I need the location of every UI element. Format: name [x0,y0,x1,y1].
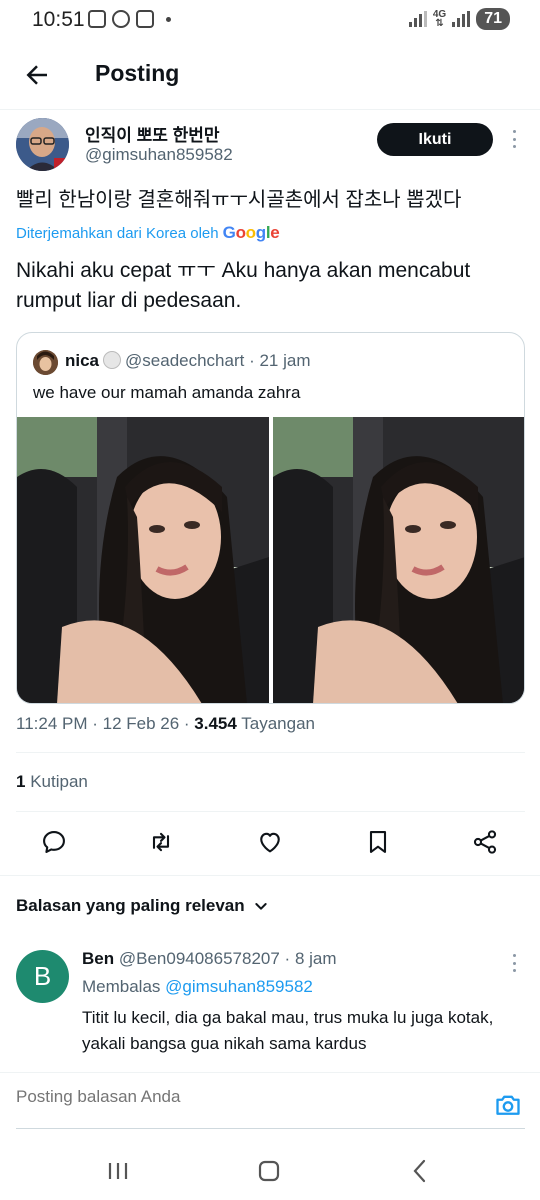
replies-sort-dropdown[interactable]: Balasan yang paling relevan [16,896,269,916]
quote-author-name: nica [65,351,100,370]
tweet-text-original: 빨리 한남이랑 결혼해줘ㅠㅜ시골촌에서 잡초나 뽑겠다 [16,189,462,211]
back-nav-icon[interactable] [405,1156,435,1186]
page-title: Posting [95,60,180,86]
quote-header: nica @seadechchart · 21 jam [65,351,311,370]
quotes-label: Kutipan [30,772,88,791]
tweet-time: 11:24 PM [16,714,88,733]
repost-button[interactable] [147,828,177,858]
replies-sort-label: Balasan yang paling relevan [16,896,245,915]
follow-button[interactable]: Ikuti [377,123,493,156]
reply-author-name[interactable]: Ben [82,949,114,968]
network-label: 4G [432,9,447,20]
section-divider [0,875,540,876]
reply-author-avatar[interactable]: B [16,950,69,1003]
reply-button[interactable] [40,828,70,858]
rice-emoji-icon [103,351,122,369]
quote-author-handle: @seadechchart [125,351,245,370]
signal-icon [408,11,427,27]
translation-note[interactable]: Diterjemahkan dari Korea oleh Google [16,223,280,243]
quoted-tweet-card[interactable]: nica @seadechchart · 21 jam we have our m… [16,332,525,704]
share-icon [473,830,497,854]
views-label: Tayangan [241,714,315,733]
chevron-down-icon [254,903,267,910]
share-button[interactable] [471,828,501,858]
bookmark-button[interactable] [364,828,394,858]
tweet-text-translated: Nikahi aku cepat ㅠㅜ Aku hanya akan menca… [16,259,471,312]
author-handle[interactable]: @gimsuhan859582 [85,145,233,165]
quotes-stat[interactable]: 1 Kutipan [16,772,88,792]
quotes-count: 1 [16,772,26,791]
quote-time: 21 jam [259,351,311,370]
author-name[interactable]: 인직이 뽀또 한번만 [85,121,220,146]
like-button[interactable] [256,828,286,858]
heart-icon [260,832,280,853]
recent-apps-icon[interactable] [103,1156,133,1186]
status-bar: 10:51 4G ⇅ 71 [0,0,540,40]
tweet-meta: 11:24 PM · 12 Feb 26 · 3.454 Tayangan [16,714,315,733]
replying-label: Membalas [82,977,161,996]
translation-label: Diterjemahkan dari Korea oleh [16,224,219,242]
divider [16,811,525,812]
quote-photo-1[interactable] [17,417,269,703]
more-options-icon[interactable] [504,127,524,151]
notification-icons [88,10,171,28]
whatsapp-notification-icon [112,10,130,28]
system-nav-bar [0,1140,540,1200]
repost-icon [152,832,170,852]
status-right: 4G ⇅ 71 [408,8,510,30]
signal-icon-2 [452,11,471,27]
home-icon[interactable] [254,1156,284,1186]
gallery-notification-icon [88,10,106,28]
author-avatar[interactable] [16,118,69,171]
battery-indicator: 71 [476,8,510,30]
quote-author-avatar [33,350,58,375]
reply-text: Titit lu kecil, dia ga bakal mau, trus m… [82,1008,494,1053]
status-time: 10:51 [32,8,85,31]
bookmark-icon [369,831,387,853]
reply-more-options-icon[interactable] [504,951,524,975]
quote-photo-2[interactable] [273,417,524,703]
compose-bar [0,1072,540,1132]
camera-icon[interactable] [494,1091,522,1119]
quote-text: we have our mamah amanda zahra [33,383,301,402]
replying-to: Membalas @gimsuhan859582 [82,977,313,997]
top-header: Posting [0,40,540,110]
reply-input[interactable] [16,1087,476,1107]
google-logo: Google [222,223,280,242]
tweet-date: 12 Feb 26 [102,714,180,733]
compose-underline [16,1128,525,1129]
reply-header: Ben @Ben094086578207 · 8 jam [82,949,337,968]
network-type: 4G ⇅ [432,9,447,29]
comment-icon [43,831,65,853]
replying-to-handle[interactable]: @gimsuhan859582 [165,977,313,996]
reply-author-handle[interactable]: @Ben094086578207 [119,949,280,968]
back-arrow-icon[interactable] [22,60,52,90]
views-count: 3.454 [194,714,237,733]
more-notifications-icon [166,16,171,22]
reply-time: 8 jam [294,949,337,968]
divider [16,752,525,753]
shop-notification-icon [136,10,154,28]
